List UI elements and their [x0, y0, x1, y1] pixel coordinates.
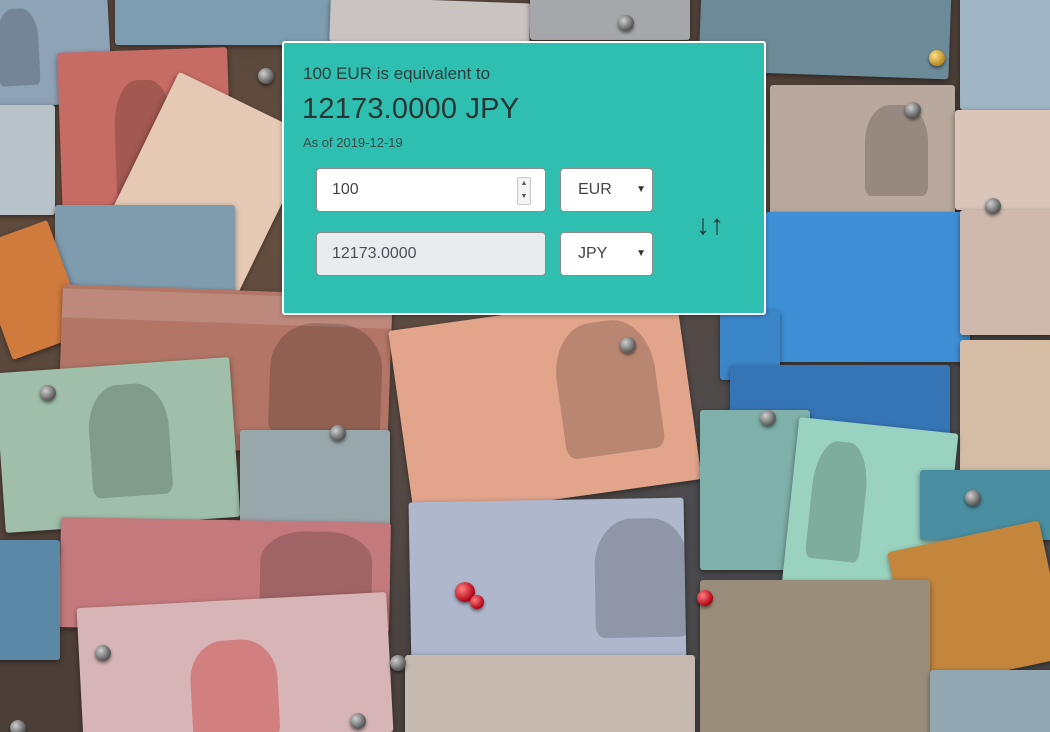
push-pin [350, 713, 366, 729]
push-pin [330, 425, 346, 441]
from-currency-value: EUR [578, 181, 612, 198]
push-pin [40, 385, 56, 401]
banknote [76, 591, 394, 732]
banknote [930, 670, 1050, 732]
from-currency-select[interactable]: EUR ▼ [560, 168, 653, 212]
banknote-portrait [549, 314, 666, 461]
banknote-portrait [85, 381, 174, 499]
converted-amount-value: 12173.0000 [332, 245, 417, 262]
conversion-summary: 100 EUR is equivalent to [303, 64, 491, 83]
banknote [405, 655, 695, 732]
push-pin [965, 490, 981, 506]
spinner-down-icon[interactable]: ▼ [518, 191, 530, 204]
banknote [240, 430, 390, 530]
push-pin [905, 102, 921, 118]
push-pin [258, 68, 274, 84]
banknote [55, 205, 235, 295]
banknote [388, 290, 702, 520]
banknote-portrait [0, 7, 41, 87]
banknote [0, 540, 60, 660]
push-pin [985, 198, 1001, 214]
converted-amount-field: 12173.0000 [316, 232, 546, 276]
banknote [960, 210, 1050, 335]
banknote [115, 0, 355, 45]
chevron-down-icon: ▼ [636, 184, 646, 195]
amount-value: 100 [332, 181, 359, 198]
to-currency-select[interactable]: JPY ▼ [560, 232, 653, 276]
banknote [0, 356, 241, 534]
to-currency-value: JPY [578, 245, 608, 262]
banknote [700, 580, 930, 732]
banknote [955, 110, 1050, 210]
push-pin [390, 655, 406, 671]
push-pin [620, 337, 636, 353]
push-pin [95, 645, 111, 661]
banknote-portrait [593, 517, 687, 639]
banknote [960, 0, 1050, 110]
banknote [408, 497, 687, 673]
banknote [765, 212, 970, 362]
banknote [0, 105, 55, 215]
push-pin [760, 410, 776, 426]
banknote-portrait [865, 105, 928, 196]
push-pin [470, 595, 484, 609]
amount-input[interactable]: 100 ▲ ▼ [316, 168, 546, 212]
swap-arrows-icon[interactable]: ↓↑ [696, 211, 724, 239]
banknote-portrait [188, 637, 281, 732]
banknote [770, 85, 955, 215]
chevron-down-icon: ▼ [636, 248, 646, 259]
banknote [530, 0, 690, 40]
banknote-portrait [804, 439, 872, 564]
currency-converter-card: 100 EUR is equivalent to 12173.0000 JPY … [282, 41, 766, 315]
spinner-arrows-icon[interactable]: ▲ ▼ [517, 177, 531, 205]
spinner-up-icon[interactable]: ▲ [518, 178, 530, 191]
push-pin [697, 590, 713, 606]
push-pin [10, 720, 26, 732]
banknote-portrait [267, 321, 384, 438]
conversion-result: 12173.0000 JPY [302, 93, 520, 125]
rate-date: As of 2019-12-19 [303, 135, 403, 150]
push-pin [929, 50, 945, 66]
push-pin [618, 15, 634, 31]
